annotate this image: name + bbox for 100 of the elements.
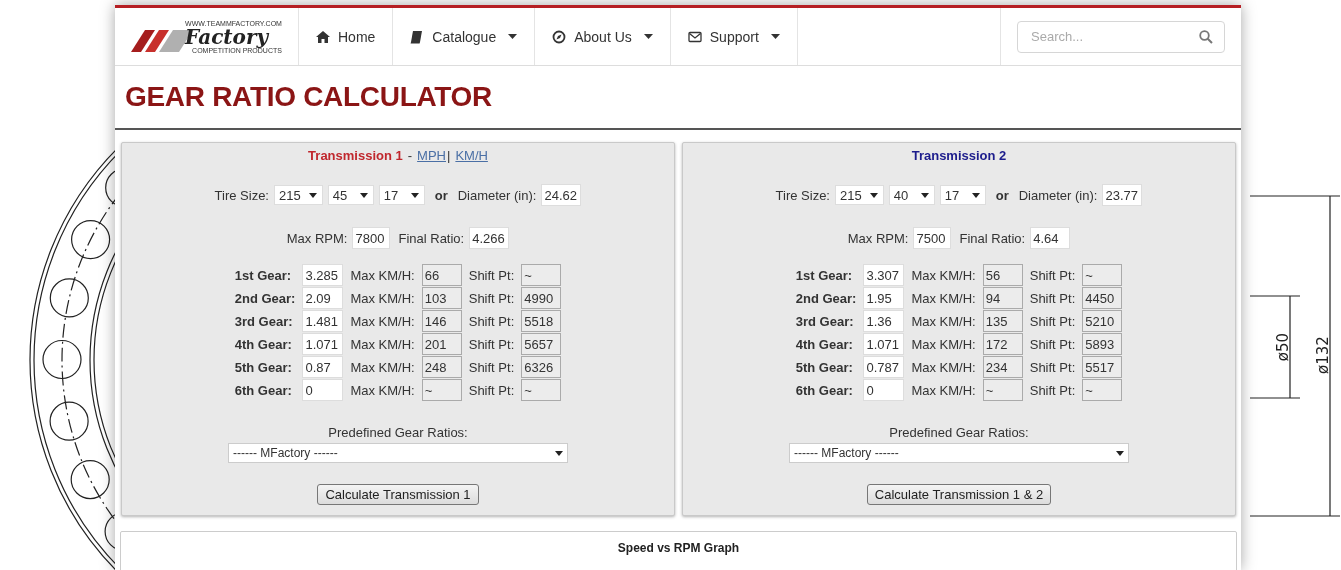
field-label: Shift Pt: xyxy=(468,359,515,375)
gear-ratio-field[interactable]: 1.071 xyxy=(863,333,905,355)
max-speed-field: 103 xyxy=(421,287,462,309)
gear-ratio-field[interactable]: 0.87 xyxy=(302,356,344,378)
max-speed-field: 56 xyxy=(982,264,1023,286)
compass-icon xyxy=(552,29,567,44)
field-label: Max KM/H: xyxy=(911,359,976,375)
field-label: Diameter (in): xyxy=(457,187,537,203)
field-label: Max KM/H: xyxy=(350,290,415,306)
shift-point-field: 5210 xyxy=(1082,310,1123,332)
search-field[interactable]: Search... xyxy=(1017,20,1225,53)
max-speed-field: 146 xyxy=(421,310,462,332)
field-label: Shift Pt: xyxy=(1029,382,1076,398)
tire-size-dropdown[interactable]: 17 xyxy=(378,185,425,205)
max-speed-field: 172 xyxy=(982,333,1023,355)
gear-label: 6th Gear: xyxy=(795,382,854,398)
gear-label: 2nd Gear: xyxy=(234,290,296,306)
book-icon xyxy=(410,29,425,44)
final-ratio-field[interactable]: 4.64 xyxy=(1030,227,1071,249)
nav-link[interactable]: Home xyxy=(299,8,394,65)
or-label: or xyxy=(995,187,1009,203)
tire-size-dropdown[interactable]: 40 xyxy=(888,185,935,205)
field-label: Max RPM: xyxy=(286,230,348,246)
field-label: Tire Size: xyxy=(214,187,269,203)
diameter-field[interactable]: 23.77 xyxy=(1102,184,1143,206)
gear-ratio-dropdown[interactable]: ------ MFactory ------ xyxy=(789,443,1129,463)
unit-link[interactable]: KM/H xyxy=(455,147,488,163)
max-speed-field: 94 xyxy=(982,287,1023,309)
field-label: Max KM/H: xyxy=(350,313,415,329)
field-label: Tire Size: xyxy=(775,187,830,203)
gear-ratio-field[interactable]: 0 xyxy=(302,379,344,401)
caret-icon xyxy=(555,450,563,456)
separator-text: | xyxy=(447,147,451,163)
nav-link[interactable]: Support xyxy=(670,8,798,65)
nav-link[interactable]: About Us xyxy=(535,8,671,65)
panel-title: Transmission 2 xyxy=(911,147,1007,163)
field-label: Shift Pt: xyxy=(1029,359,1076,375)
gear-ratio-field[interactable]: 2.09 xyxy=(302,287,344,309)
gear-label: 3rd Gear: xyxy=(234,313,294,329)
gear-label: 4th Gear: xyxy=(234,336,293,352)
field-label: Max RPM: xyxy=(847,230,909,246)
gear-ratio-field[interactable]: 0 xyxy=(863,379,905,401)
shift-point-field: 5893 xyxy=(1082,333,1123,355)
caret-icon xyxy=(410,192,419,198)
logo-wordmark: Factory xyxy=(185,26,269,47)
gear-label: 5th Gear: xyxy=(234,359,293,375)
field-label: Max KM/H: xyxy=(350,382,415,398)
gear-label: 2nd Gear: xyxy=(795,290,857,306)
field-label: Shift Pt: xyxy=(468,336,515,352)
calculate-button[interactable]: Calculate Transmission 1 xyxy=(317,484,479,505)
nav-link[interactable]: Catalogue xyxy=(393,8,536,65)
gear-ratio-field[interactable]: 1.95 xyxy=(863,287,905,309)
field-label: Max KM/H: xyxy=(911,336,976,352)
unit-link[interactable]: MPH xyxy=(417,147,446,163)
shift-point-field: 4990 xyxy=(521,287,562,309)
gear-label: 4th Gear: xyxy=(795,336,854,352)
field-label: Shift Pt: xyxy=(468,267,515,283)
max-rpm-field[interactable]: 7800 xyxy=(352,227,391,249)
gear-ratio-field[interactable]: 1.36 xyxy=(863,310,905,332)
shift-point-field: 5657 xyxy=(521,333,562,355)
field-label: Predefined Gear Ratios: xyxy=(328,424,468,441)
field-label: Max KM/H: xyxy=(911,267,976,283)
final-ratio-field[interactable]: 4.266 xyxy=(469,227,510,249)
max-speed-field: 201 xyxy=(421,333,462,355)
field-label: Shift Pt: xyxy=(1029,313,1076,329)
tire-size-dropdown[interactable]: 17 xyxy=(939,185,986,205)
caret-icon xyxy=(920,192,929,198)
page-title: GEAR RATIO CALCULATOR xyxy=(125,81,492,113)
gear-ratio-dropdown[interactable]: ------ MFactory ------ xyxy=(228,443,568,463)
gear-ratio-field[interactable]: 0.787 xyxy=(863,356,905,378)
field-label: Shift Pt: xyxy=(1029,267,1076,283)
field-label: Shift Pt: xyxy=(468,313,515,329)
shift-point-field: ~ xyxy=(1082,264,1123,286)
tire-size-dropdown[interactable]: 45 xyxy=(327,185,374,205)
separator-text: - xyxy=(407,147,413,163)
caret-icon xyxy=(1116,450,1124,456)
gear-ratio-field[interactable]: 1.071 xyxy=(302,333,344,355)
gear-ratio-field[interactable]: 3.285 xyxy=(302,264,344,286)
diameter-field[interactable]: 24.62 xyxy=(541,184,582,206)
or-label: or xyxy=(434,187,448,203)
gear-ratio-field[interactable]: 3.307 xyxy=(863,264,905,286)
tire-size-dropdown[interactable]: 215 xyxy=(274,185,323,205)
shift-point-field: 4450 xyxy=(1082,287,1123,309)
gear-ratio-field[interactable]: 1.481 xyxy=(302,310,344,332)
field-label: Max KM/H: xyxy=(350,336,415,352)
panel-title: Transmission 1 xyxy=(308,147,403,163)
gear-label: 1st Gear: xyxy=(795,267,854,283)
gear-label: 1st Gear: xyxy=(234,267,293,283)
shift-point-field: ~ xyxy=(1082,379,1123,401)
tire-size-dropdown[interactable]: 215 xyxy=(835,185,884,205)
shift-point-field: ~ xyxy=(521,379,562,401)
caret-icon xyxy=(308,192,317,198)
calculate-button[interactable]: Calculate Transmission 1 & 2 xyxy=(866,484,1052,505)
field-label: Max KM/H: xyxy=(350,359,415,375)
graph-title: Speed vs RPM Graph xyxy=(616,541,741,555)
max-rpm-field[interactable]: 7500 xyxy=(913,227,952,249)
max-speed-field: 66 xyxy=(421,264,462,286)
field-label: Shift Pt: xyxy=(468,290,515,306)
gear-label: 3rd Gear: xyxy=(795,313,855,329)
caret-icon xyxy=(359,192,368,198)
